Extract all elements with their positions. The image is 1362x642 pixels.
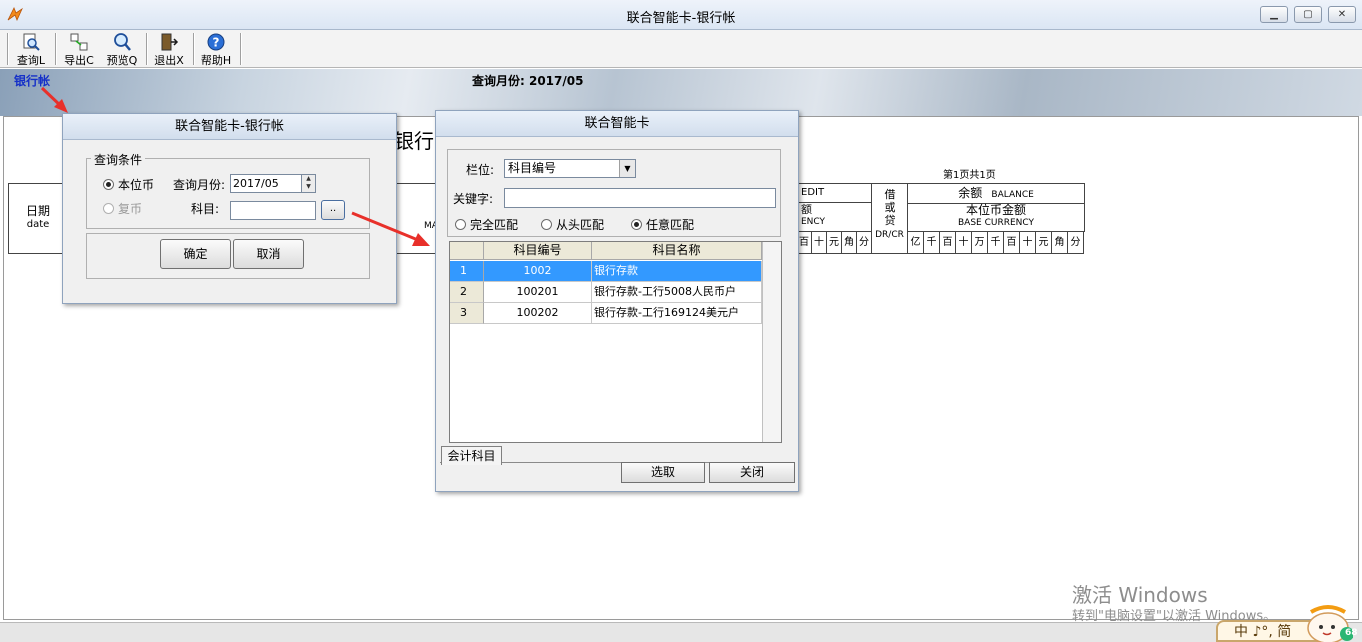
activation-watermark-title: 激活 Windows bbox=[1072, 583, 1208, 607]
annotation-arrows bbox=[40, 86, 430, 246]
red-arrow-toolbar bbox=[40, 86, 68, 113]
red-arrow-browse bbox=[351, 211, 430, 246]
status-bar bbox=[0, 622, 1362, 642]
app-window: 联合智能卡-银行帐 ▁ ▢ ✕ 查询L 导出C 预览Q 退出X ? 帮助H 银行… bbox=[0, 0, 1362, 642]
ime-badge: 68 bbox=[1345, 628, 1358, 638]
